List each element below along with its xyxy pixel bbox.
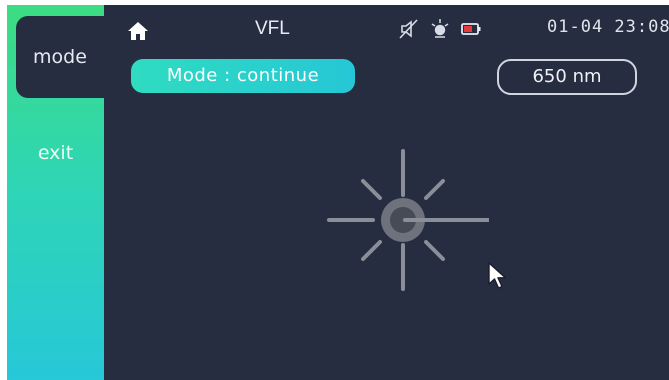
status-icons [399,19,481,39]
page-title: VFL [255,18,290,39]
battery-low-icon [461,23,481,35]
vfl-screen: mode exit VFL 01-04 23:08 Mode : continu… [7,5,669,380]
home-icon[interactable] [127,20,149,42]
sidebar-item-exit[interactable]: exit [7,133,104,173]
light-source-icon [431,19,449,38]
sidebar-item-mode[interactable]: mode [16,16,104,98]
clock-display: 01-04 23:08 [547,17,669,37]
sidebar: mode exit [7,5,104,380]
mouse-pointer-icon [488,262,507,289]
mode-button[interactable]: Mode : continue [131,59,355,93]
wavelength-button[interactable]: 650 nm [497,59,637,95]
speaker-off-icon [399,19,418,39]
laser-emitting-icon [327,149,489,291]
